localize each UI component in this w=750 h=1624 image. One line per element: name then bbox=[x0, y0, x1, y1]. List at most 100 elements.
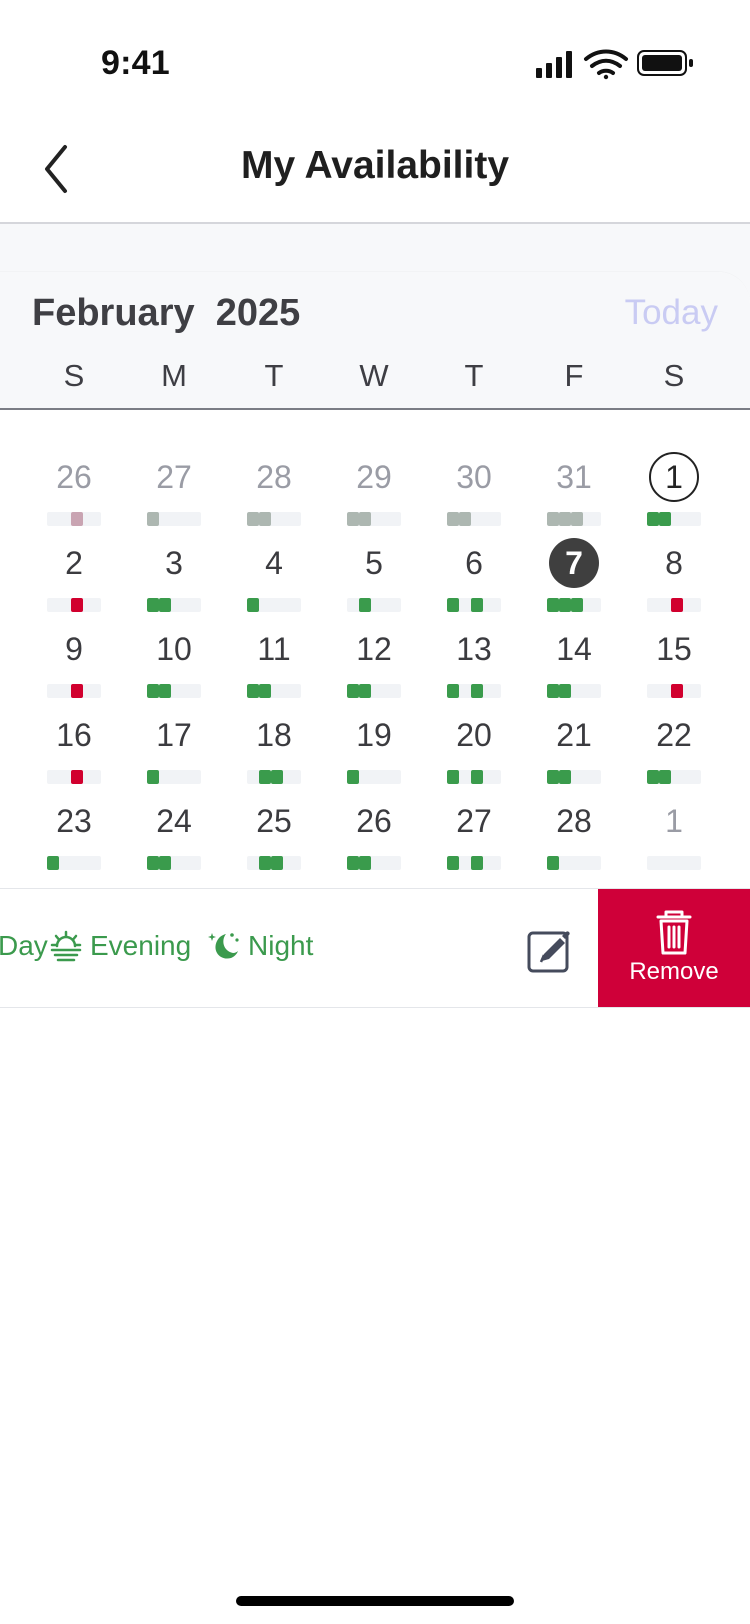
evening-legend-label: Evening bbox=[90, 930, 192, 961]
calendar-day[interactable]: 5 bbox=[329, 538, 419, 624]
edit-button[interactable] bbox=[526, 925, 576, 975]
calendar-day[interactable]: 26 bbox=[329, 796, 419, 882]
calendar-day[interactable]: 28 bbox=[529, 796, 619, 882]
day-number: 13 bbox=[456, 631, 492, 667]
weekday-saturday: S bbox=[663, 358, 685, 393]
status-icons bbox=[536, 49, 693, 80]
calendar-day[interactable]: 16 bbox=[29, 710, 119, 796]
calendar-day[interactable]: 2 bbox=[29, 538, 119, 624]
day-number: 30 bbox=[456, 459, 492, 495]
moon-stars-icon bbox=[208, 933, 239, 959]
availability-segment bbox=[447, 684, 459, 698]
day-number: 12 bbox=[356, 631, 392, 667]
day-number: 24 bbox=[156, 803, 192, 839]
availability-segment bbox=[447, 598, 459, 612]
day-number: 21 bbox=[556, 717, 592, 753]
calendar-day[interactable]: 18 bbox=[229, 710, 319, 796]
calendar-day[interactable]: 27 bbox=[429, 796, 519, 882]
calendar-day[interactable]: 21 bbox=[529, 710, 619, 796]
availability-indicator bbox=[247, 684, 301, 698]
availability-segment bbox=[471, 684, 483, 698]
availability-segment bbox=[359, 512, 371, 526]
day-number: 25 bbox=[256, 803, 292, 839]
calendar-day[interactable]: 29 bbox=[329, 452, 419, 538]
availability-segment bbox=[71, 598, 83, 612]
calendar-day[interactable]: 7 bbox=[529, 538, 619, 624]
weekday-monday: M bbox=[161, 358, 187, 393]
calendar-day[interactable]: 15 bbox=[629, 624, 719, 710]
calendar-day[interactable]: 20 bbox=[429, 710, 519, 796]
month-year-label: February 2025 bbox=[32, 292, 301, 334]
calendar-day[interactable]: 26 bbox=[29, 452, 119, 538]
day-number: 11 bbox=[257, 631, 291, 667]
availability-indicator bbox=[647, 598, 701, 612]
calendar-day[interactable]: 19 bbox=[329, 710, 419, 796]
availability-indicator bbox=[147, 512, 201, 526]
calendar-day[interactable]: 9 bbox=[29, 624, 119, 710]
availability-segment bbox=[559, 512, 571, 526]
calendar-day[interactable]: 30 bbox=[429, 452, 519, 538]
availability-segment bbox=[347, 856, 359, 870]
availability-segment bbox=[547, 512, 559, 526]
availability-screen: 9:41 My Availability February 2025 Today… bbox=[0, 0, 750, 1624]
calendar-day[interactable]: 25 bbox=[229, 796, 319, 882]
home-indicator bbox=[236, 1596, 514, 1606]
today-button[interactable]: Today bbox=[625, 290, 718, 336]
availability-segment bbox=[271, 770, 283, 784]
availability-segment bbox=[47, 856, 59, 870]
calendar-day[interactable]: 14 bbox=[529, 624, 619, 710]
battery-icon bbox=[637, 50, 693, 76]
availability-segment bbox=[247, 684, 259, 698]
availability-segment bbox=[347, 684, 359, 698]
calendar-day[interactable]: 3 bbox=[129, 538, 219, 624]
availability-segment bbox=[147, 684, 159, 698]
availability-indicator bbox=[47, 684, 101, 698]
day-number: 16 bbox=[56, 717, 92, 753]
calendar-day[interactable]: 24 bbox=[129, 796, 219, 882]
calendar-day[interactable]: 11 bbox=[229, 624, 319, 710]
availability-segment bbox=[259, 770, 271, 784]
availability-indicator bbox=[447, 856, 501, 870]
availability-indicator bbox=[147, 770, 201, 784]
availability-segment bbox=[471, 856, 483, 870]
calendar-day[interactable]: 8 bbox=[629, 538, 719, 624]
calendar-day[interactable]: 1 bbox=[629, 452, 719, 538]
calendar-day[interactable]: 12 bbox=[329, 624, 419, 710]
availability-indicator bbox=[347, 512, 401, 526]
availability-indicator bbox=[47, 512, 101, 526]
day-number: 6 bbox=[465, 545, 483, 581]
calendar-day[interactable]: 22 bbox=[629, 710, 719, 796]
day-number: 27 bbox=[156, 459, 192, 495]
calendar-day[interactable]: 23 bbox=[29, 796, 119, 882]
remove-label: Remove bbox=[629, 958, 719, 985]
calendar-day[interactable]: 28 bbox=[229, 452, 319, 538]
availability-indicator bbox=[547, 856, 601, 870]
availability-indicator bbox=[47, 598, 101, 612]
availability-indicator bbox=[647, 770, 701, 784]
availability-segment bbox=[559, 770, 571, 784]
availability-segment bbox=[259, 856, 271, 870]
calendar-day[interactable]: 4 bbox=[229, 538, 319, 624]
availability-segment bbox=[547, 684, 559, 698]
wifi-icon bbox=[584, 49, 628, 80]
weekday-tuesday: T bbox=[264, 358, 284, 393]
day-number: 17 bbox=[156, 717, 192, 753]
day-number: 15 bbox=[656, 631, 692, 667]
availability-segment bbox=[547, 770, 559, 784]
calendar-day[interactable]: 1 bbox=[629, 796, 719, 882]
calendar-day[interactable]: 31 bbox=[529, 452, 619, 538]
calendar-day[interactable]: 6 bbox=[429, 538, 519, 624]
availability-segment bbox=[559, 684, 571, 698]
remove-button[interactable]: Remove bbox=[598, 889, 750, 1007]
calendar-day[interactable]: 10 bbox=[129, 624, 219, 710]
calendar-day[interactable]: 27 bbox=[129, 452, 219, 538]
calendar-day[interactable]: 13 bbox=[429, 624, 519, 710]
calendar-section: February 2025 Today S M T W T F S 26 27 28… bbox=[0, 224, 750, 889]
availability-segment bbox=[447, 512, 459, 526]
availability-indicator bbox=[247, 598, 301, 612]
availability-segment bbox=[447, 856, 459, 870]
availability-segment bbox=[659, 512, 671, 526]
availability-indicator bbox=[247, 512, 301, 526]
calendar-day[interactable]: 17 bbox=[129, 710, 219, 796]
day-number: 14 bbox=[556, 631, 592, 667]
